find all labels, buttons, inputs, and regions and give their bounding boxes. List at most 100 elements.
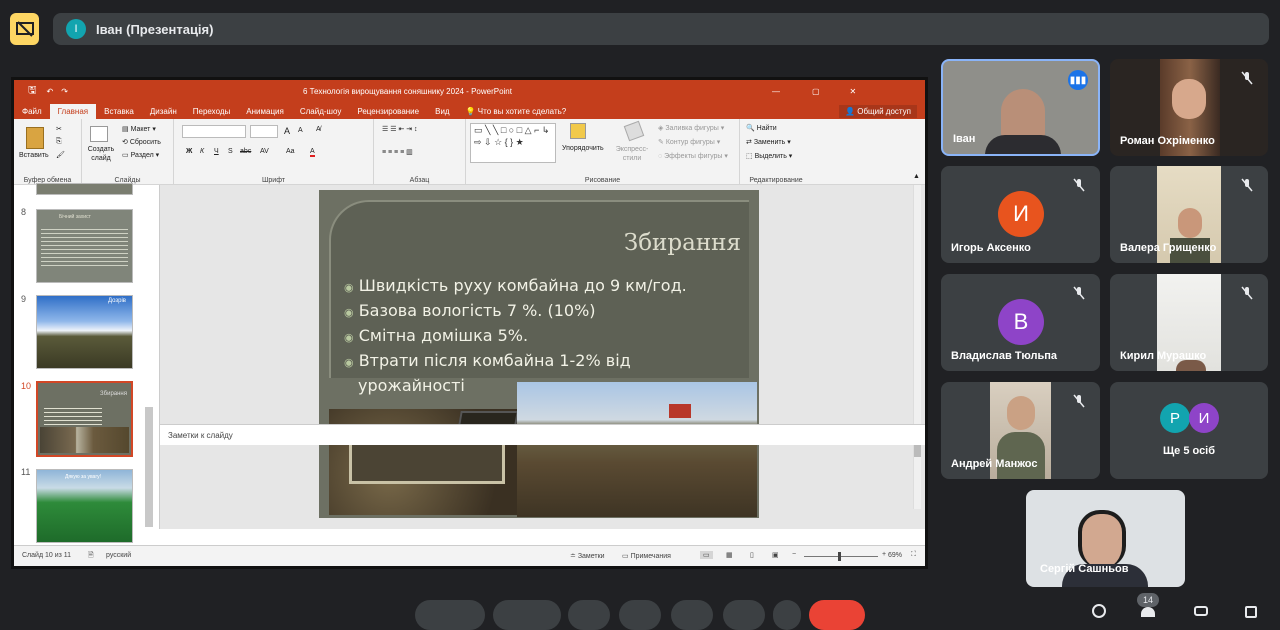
slide-thumb-8[interactable]: Бічний захист: [36, 209, 133, 283]
thumbs-scrollbar[interactable]: [145, 407, 153, 527]
find-button[interactable]: 🔍 Найти: [746, 124, 777, 132]
tell-me-search[interactable]: 💡 Что вы хотите сделать?: [458, 104, 575, 119]
activities-icon[interactable]: [1245, 606, 1257, 618]
raise-hand-button[interactable]: [723, 600, 765, 630]
tab-animation[interactable]: Анимация: [238, 104, 292, 119]
normal-view-icon[interactable]: ▭: [700, 551, 713, 559]
slide-thumbnails[interactable]: 8 Бічний захист 9 Дозрів 10 Збирання 11 …: [14, 183, 160, 543]
share-button[interactable]: 👤 Общий доступ: [839, 105, 917, 118]
tab-slideshow[interactable]: Слайд-шоу: [292, 104, 349, 119]
arrange-icon[interactable]: [570, 123, 586, 139]
tab-design[interactable]: Дизайн: [142, 104, 185, 119]
slide-thumb-7[interactable]: [36, 183, 133, 195]
language-label[interactable]: русский: [106, 552, 131, 559]
participant-tile[interactable]: ▮▮▮ Іван: [941, 59, 1100, 156]
char-spacing-button[interactable]: AV: [260, 148, 269, 155]
participant-tile[interactable]: Роман Охріменко: [1110, 59, 1268, 156]
paste-icon[interactable]: [26, 127, 44, 149]
tab-review[interactable]: Рецензирование: [349, 104, 427, 119]
comments-toggle[interactable]: ▭ Примечания: [622, 552, 671, 560]
grow-font-button[interactable]: A: [284, 126, 290, 136]
new-slide-button[interactable]: Создать слайд: [86, 145, 116, 163]
tab-transitions[interactable]: Переходы: [185, 104, 239, 119]
bold-button[interactable]: Ж: [186, 148, 192, 155]
font-color-button[interactable]: A: [310, 148, 315, 157]
minimize-icon[interactable]: —: [772, 87, 780, 96]
font-size-select[interactable]: [250, 125, 278, 138]
slide-thumb-10[interactable]: Збирання: [36, 381, 133, 457]
arrange-button[interactable]: Упорядочить: [562, 145, 604, 152]
current-slide[interactable]: Збирання ◉ Швидкість руху комбайна до 9 …: [319, 190, 759, 518]
shapes-gallery[interactable]: ▭ ╲ ╲ □ ○ □ △ ⌐ ↳ ⇨ ⇩ ☆ { } ★: [470, 123, 556, 163]
shared-screen[interactable]: 🖫 ↶ ↷ 6 Технологія вирощування соняшнику…: [11, 77, 928, 569]
shape-effects-button[interactable]: ◌ Эффекты фигуры ▾: [658, 152, 728, 160]
camera-button[interactable]: [493, 600, 561, 630]
captions-button[interactable]: [568, 600, 610, 630]
present-button[interactable]: [671, 600, 713, 630]
quick-styles-icon[interactable]: [623, 120, 645, 142]
maximize-icon[interactable]: ▢: [812, 87, 820, 96]
shape-outline-button[interactable]: ✎ Контур фигуры ▾: [658, 138, 720, 146]
zoom-level[interactable]: 69%: [888, 552, 902, 559]
participant-tile[interactable]: Кирил Мурашко: [1110, 274, 1268, 371]
chat-icon[interactable]: [1194, 606, 1208, 616]
reset-button[interactable]: ⟲ Сбросить: [122, 138, 161, 146]
participant-tile[interactable]: Валера Грищенко: [1110, 166, 1268, 263]
sorter-view-icon[interactable]: ▦: [726, 551, 733, 559]
slide-scrollbar[interactable]: [913, 185, 921, 509]
more-participants-tile[interactable]: Р И Ще 5 осіб: [1110, 382, 1268, 479]
shrink-font-button[interactable]: A: [298, 127, 303, 134]
more-options-button[interactable]: [773, 600, 801, 630]
zoom-slider[interactable]: [804, 552, 878, 561]
slide-thumb-9[interactable]: Дозрів: [36, 295, 133, 369]
spellcheck-icon[interactable]: 🗎: [88, 551, 94, 562]
mic-button[interactable]: [415, 600, 485, 630]
self-view-tile[interactable]: Сергій Сашньов: [1026, 490, 1185, 587]
shape-fill-button[interactable]: ◈ Заливка фигуры ▾: [658, 124, 724, 132]
tab-insert[interactable]: Вставка: [96, 104, 142, 119]
participant-tile[interactable]: Андрей Манжос: [941, 382, 1100, 479]
italic-button[interactable]: К: [200, 148, 204, 155]
shadow-button[interactable]: abc: [240, 148, 251, 155]
clear-format-icon[interactable]: A̸: [316, 126, 321, 133]
section-button[interactable]: ▭ Раздел ▾: [122, 151, 159, 159]
redo-icon[interactable]: ↷: [61, 87, 68, 96]
bullets-icon[interactable]: ☰ ☰ ⇤ ⇥ ↕: [382, 125, 418, 133]
slide-thumb-11[interactable]: Дякую за увагу!: [36, 469, 133, 543]
underline-button[interactable]: Ч: [214, 148, 219, 155]
change-case-button[interactable]: Aa: [286, 148, 295, 155]
format-painter-icon[interactable]: 🖌: [56, 151, 65, 159]
cut-icon[interactable]: ✂: [56, 125, 62, 133]
participant-tile[interactable]: И Игорь Аксенко: [941, 166, 1100, 263]
fit-slide-icon[interactable]: ⛶: [911, 551, 916, 559]
notes-pane[interactable]: Заметки к слайду: [160, 424, 925, 445]
replace-button[interactable]: ⇄ Заменить ▾: [746, 138, 791, 146]
copy-icon[interactable]: ⎘: [56, 138, 62, 146]
reactions-button[interactable]: [619, 600, 661, 630]
participant-tile[interactable]: В Владислав Тюльпа: [941, 274, 1100, 371]
strikethrough-button[interactable]: S: [228, 148, 233, 155]
leave-call-button[interactable]: [809, 600, 865, 630]
select-button[interactable]: ⬚ Выделить ▾: [746, 152, 792, 160]
slideshow-view-icon[interactable]: ▣: [772, 551, 779, 559]
collapse-ribbon-icon[interactable]: ▲: [913, 173, 920, 180]
save-icon[interactable]: 🖫: [28, 83, 37, 100]
undo-icon[interactable]: ↶: [47, 87, 54, 96]
font-name-select[interactable]: [182, 125, 246, 138]
tab-view[interactable]: Вид: [427, 104, 457, 119]
quick-styles-button[interactable]: Экспресс-стили: [612, 145, 652, 163]
paste-button[interactable]: Вставить: [19, 152, 49, 159]
zoom-in-icon[interactable]: +: [882, 551, 886, 558]
close-icon[interactable]: ✕: [850, 87, 857, 96]
zoom-out-icon[interactable]: −: [792, 551, 796, 558]
info-icon[interactable]: [1092, 604, 1106, 618]
stop-presenting-icon[interactable]: [10, 13, 39, 45]
tab-file[interactable]: Файл: [14, 104, 50, 119]
align-icons[interactable]: ≡ ≡ ≡ ≡ ▥: [382, 148, 413, 156]
tab-home[interactable]: Главная: [49, 104, 97, 119]
new-slide-icon[interactable]: [90, 126, 108, 142]
people-icon[interactable]: [1141, 607, 1155, 617]
reading-view-icon[interactable]: ▯: [750, 551, 754, 559]
layout-button[interactable]: ▤ Макет ▾: [122, 125, 156, 133]
notes-toggle[interactable]: ≐ Заметки: [570, 552, 605, 560]
